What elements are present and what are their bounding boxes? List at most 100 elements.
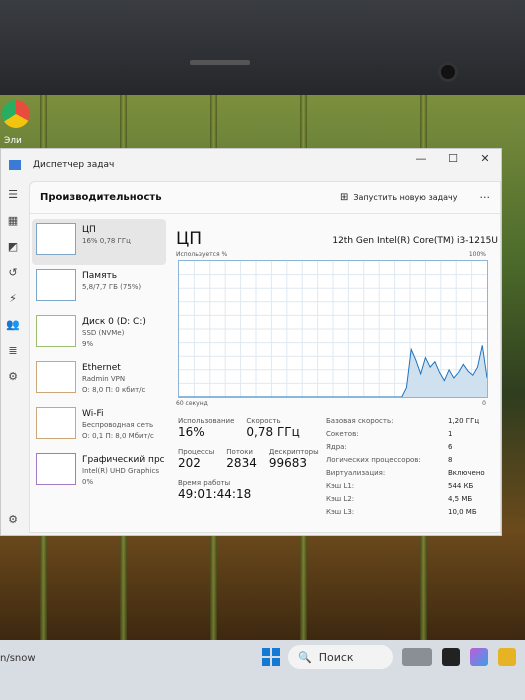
- start-button-icon[interactable]: [262, 648, 280, 666]
- details-icon[interactable]: ≣: [8, 337, 17, 363]
- info-key: Логических процессоров:: [326, 456, 421, 464]
- device-detail: Radmin VPN: [82, 375, 126, 383]
- usage-label: Использование: [178, 417, 235, 425]
- device-detail: Intel(R) UHD Graphics: [82, 467, 159, 475]
- device-item-ethernet[interactable]: Ethernet Radmin VPN О: 8,0 П: 0 кбит/с: [32, 357, 166, 403]
- title-bar: Диспетчер задач — ☐ ✕: [1, 149, 501, 181]
- page-title: Производительность: [40, 192, 162, 203]
- wifi-mini-graph: [36, 407, 76, 439]
- device-item-gpu[interactable]: Графический прс Intel(R) UHD Graphics 0%: [32, 449, 166, 495]
- processes-value: 202: [178, 456, 201, 470]
- cpu-detail: ЦП 12th Gen Intel(R) Core(TM) i3-1215U И…: [176, 219, 498, 531]
- info-key: Ядра:: [326, 443, 347, 451]
- cpu-model: 12th Gen Intel(R) Core(TM) i3-1215U: [332, 236, 498, 246]
- cpu-heading: ЦП: [176, 229, 202, 249]
- device-name: ЦП: [82, 225, 96, 235]
- file-explorer-icon[interactable]: [498, 648, 516, 666]
- graph-time-label: 60 секунд: [176, 400, 208, 407]
- info-value: 544 КБ: [448, 482, 474, 490]
- app-history-icon[interactable]: ↺: [8, 259, 17, 285]
- device-detail: 9%: [82, 340, 94, 348]
- processes-icon[interactable]: ▦: [8, 207, 18, 233]
- device-name: Ethernet: [82, 363, 121, 373]
- info-value: 6: [448, 443, 453, 451]
- cpu-usage-svg: [179, 261, 487, 397]
- info-row: Виртуализация: Включено: [326, 469, 498, 482]
- memory-mini-graph: [36, 269, 76, 301]
- taskbar-left-text: n/snow: [0, 653, 36, 664]
- webcam: [438, 62, 458, 82]
- search-icon: 🔍: [298, 650, 312, 664]
- uptime-label: Время работы: [178, 479, 231, 487]
- threads-value: 2834: [226, 456, 257, 470]
- window-title: Диспетчер задач: [33, 160, 115, 170]
- handles-value: 99683: [268, 456, 308, 470]
- users-icon[interactable]: 👥: [6, 311, 20, 337]
- device-name: Память: [82, 271, 118, 281]
- startup-apps-icon[interactable]: ⚡: [9, 285, 17, 311]
- nav-rail: ☰ ▦ ◩ ↺ ⚡ 👥 ≣ ⚙ ⚙: [1, 181, 25, 537]
- graph-max-label: 100%: [468, 251, 486, 258]
- run-new-task-label: Запустить новую задачу: [353, 193, 458, 202]
- close-button[interactable]: ✕: [469, 149, 501, 167]
- info-key: Кэш L3:: [326, 508, 355, 516]
- info-row: Базовая скорость: 1,20 ГГц: [326, 417, 498, 430]
- device-detail: О: 0,1 П: 8,0 Мбит/с: [82, 432, 154, 440]
- device-item-cpu[interactable]: ЦП 16% 0,78 ГГц: [32, 219, 166, 265]
- graph-y-label: Используется %: [176, 251, 228, 258]
- more-options-icon[interactable]: ···: [480, 191, 491, 204]
- info-value: 8: [448, 456, 453, 464]
- run-new-task-button[interactable]: ⊞ Запустить новую задачу: [340, 192, 457, 203]
- graph-zero-label: 0: [482, 400, 486, 407]
- device-detail: 16% 0,78 ГГц: [82, 237, 131, 245]
- uptime-value: 49:01:44:18: [178, 487, 252, 501]
- device-detail: 5,8/7,7 ГБ (75%): [82, 283, 142, 291]
- device-detail: 0%: [82, 478, 94, 486]
- copilot-icon[interactable]: [470, 648, 488, 666]
- laptop-bezel: [0, 0, 525, 95]
- info-key: Базовая скорость:: [326, 417, 394, 425]
- minimize-button[interactable]: —: [405, 149, 437, 167]
- device-item-memory[interactable]: Память 5,8/7,7 ГБ (75%): [32, 265, 166, 311]
- taskbar-search[interactable]: 🔍 Поиск: [288, 645, 393, 669]
- cpu-mini-graph: [36, 223, 76, 255]
- info-value: 1: [448, 430, 453, 438]
- device-item-disk[interactable]: Диск 0 (D: C:) SSD (NVMe) 9%: [32, 311, 166, 357]
- services-icon[interactable]: ⚙: [8, 363, 18, 389]
- device-detail: Беспроводная сеть: [82, 421, 154, 429]
- disk-mini-graph: [36, 315, 76, 347]
- device-name: Диск 0 (D: C:): [82, 317, 146, 327]
- info-row: Логических процессоров: 8: [326, 456, 498, 469]
- threads-label: Потоки: [226, 448, 253, 456]
- performance-icon[interactable]: ◩: [8, 233, 18, 259]
- info-row: Сокетов: 1: [326, 430, 498, 443]
- info-key: Кэш L1:: [326, 482, 355, 490]
- device-name: Wi-Fi: [82, 409, 104, 419]
- cpu-usage-graph: [178, 260, 488, 398]
- device-item-wifi[interactable]: Wi-Fi Беспроводная сеть О: 0,1 П: 8,0 Мб…: [32, 403, 166, 449]
- info-value: 4,5 МБ: [448, 495, 473, 503]
- info-key: Сокетов:: [326, 430, 359, 438]
- bezel-strip: [190, 60, 250, 65]
- speed-label: Скорость: [246, 417, 281, 425]
- usage-value: 16%: [178, 425, 205, 439]
- device-name: Графический прс: [82, 455, 165, 465]
- gpu-mini-graph: [36, 453, 76, 485]
- chrome-desktop-icon[interactable]: [2, 100, 30, 128]
- speed-value: 0,78 ГГц: [246, 425, 300, 439]
- cpu-info-table: Базовая скорость: 1,20 ГГц Сокетов: 1 Ядра…: [326, 417, 498, 521]
- info-row: Ядра: 6: [326, 443, 498, 456]
- settings-icon[interactable]: ⚙: [8, 506, 18, 532]
- info-row: Кэш L3: 10,0 МБ: [326, 508, 498, 521]
- desktop-icon-label: Эли: [4, 136, 22, 146]
- pane-header: Производительность ⊞ Запустить новую зад…: [30, 182, 500, 214]
- info-value: 10,0 МБ: [448, 508, 477, 516]
- info-row: Кэш L1: 544 КБ: [326, 482, 498, 495]
- maximize-button[interactable]: ☐: [437, 149, 469, 167]
- info-value: Включено: [448, 469, 485, 477]
- hamburger-menu-icon[interactable]: ☰: [8, 181, 18, 207]
- search-label: Поиск: [318, 650, 354, 664]
- device-detail: О: 8,0 П: 0 кбит/с: [82, 386, 146, 394]
- terminal-icon[interactable]: [442, 648, 460, 666]
- task-view-icon[interactable]: [402, 648, 432, 666]
